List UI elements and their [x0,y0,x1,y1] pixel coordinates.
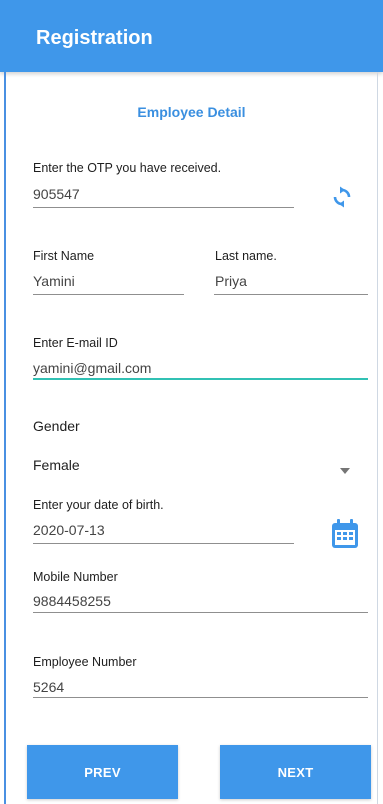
last-name-underline [214,294,368,295]
employee-number-underline [33,697,368,698]
next-button[interactable]: NEXT [220,745,371,799]
last-name-label: Last name. [215,249,277,263]
section-title: Employee Detail [137,104,246,120]
gender-label: Gender [33,418,80,434]
email-underline [33,378,368,380]
right-border [377,72,378,804]
dob-input[interactable]: 2020-07-13 [33,522,105,538]
mobile-label: Mobile Number [33,570,118,584]
gender-select[interactable]: Female [33,457,80,473]
calendar-icon[interactable] [331,519,359,549]
left-border [4,72,6,804]
app-bar: Registration [0,0,383,72]
otp-input[interactable]: 905547 [33,186,80,202]
first-name-underline [33,294,184,295]
dob-label: Enter your date of birth. [33,498,164,512]
employee-number-label: Employee Number [33,655,137,669]
refresh-icon[interactable] [330,185,354,209]
app-title: Registration [36,27,153,49]
dropdown-arrow-icon[interactable] [340,461,350,474]
otp-underline [33,207,294,208]
last-name-input[interactable]: Priya [215,273,247,289]
email-input[interactable]: yamini@gmail.com [33,360,151,376]
otp-label: Enter the OTP you have received. [33,161,222,175]
mobile-underline [33,612,368,613]
email-label: Enter E-mail ID [33,336,118,350]
prev-button[interactable]: PREV [27,745,178,799]
employee-number-input[interactable]: 5264 [33,679,64,695]
dob-underline [33,543,294,544]
mobile-input[interactable]: 9884458255 [33,593,111,609]
first-name-input[interactable]: Yamini [33,273,75,289]
first-name-label: First Name [33,249,95,263]
